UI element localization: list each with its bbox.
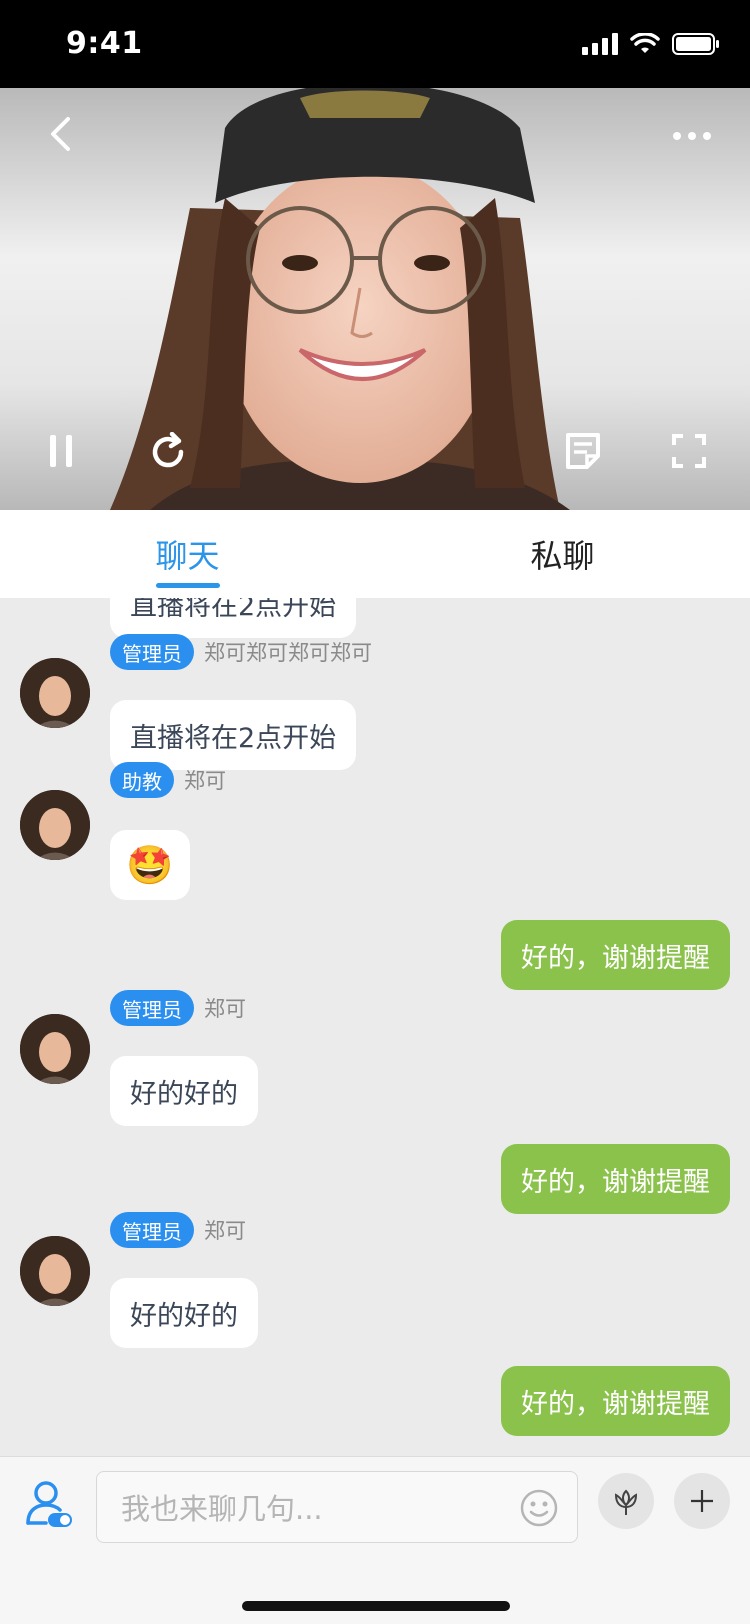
tab-group-chat[interactable]: 聊天 xyxy=(0,510,375,598)
message-meta: 管理员 郑可 xyxy=(110,990,246,1026)
sender-name: 郑可郑可郑可郑可 xyxy=(204,641,372,665)
star-struck-emoji: 🤩 xyxy=(126,842,174,887)
more-button[interactable] xyxy=(666,110,718,162)
notes-button[interactable] xyxy=(560,428,606,474)
message-bubble: 好的好的 xyxy=(110,1056,258,1126)
fullscreen-button[interactable] xyxy=(666,428,712,474)
role-badge: 助教 xyxy=(110,762,174,798)
user-toggle-button[interactable] xyxy=(24,1479,76,1531)
battery-icon xyxy=(672,33,719,55)
role-badge: 管理员 xyxy=(110,1212,194,1248)
message-meta: 管理员 郑可 xyxy=(110,1212,246,1248)
my-message-bubble: 好的，谢谢提醒 xyxy=(501,1144,730,1214)
role-badge: 管理员 xyxy=(110,990,194,1026)
message-bubble: 直播将在2点开始 xyxy=(110,598,357,638)
emoji-bubble: 🤩 xyxy=(110,830,190,900)
back-icon xyxy=(51,117,70,151)
chat-input-bar: 我也来聊几句... xyxy=(0,1456,750,1624)
my-message-bubble: 好的，谢谢提醒 xyxy=(501,1366,730,1436)
notes-icon xyxy=(566,433,600,469)
sender-name: 郑可 xyxy=(204,997,246,1021)
chat-input[interactable]: 我也来聊几句... xyxy=(96,1471,578,1543)
pause-icon xyxy=(50,435,72,467)
chat-tabs: 聊天 私聊 xyxy=(0,510,750,598)
more-icon xyxy=(673,132,711,140)
chat-input-placeholder: 我也来聊几句... xyxy=(121,1492,323,1526)
sender-name: 郑可 xyxy=(184,769,226,793)
my-message-bubble: 好的，谢谢提醒 xyxy=(501,920,730,990)
video-player[interactable] xyxy=(0,88,750,510)
flower-icon xyxy=(614,1489,638,1515)
status-icons xyxy=(582,32,720,56)
emoji-icon[interactable] xyxy=(519,1488,559,1528)
wifi-icon xyxy=(630,33,660,53)
sender-name: 郑可 xyxy=(204,1219,246,1243)
avatar[interactable] xyxy=(20,658,90,728)
send-flower-button[interactable] xyxy=(598,1473,654,1529)
back-button[interactable] xyxy=(34,108,86,160)
refresh-button[interactable] xyxy=(144,428,192,476)
streamer-video-frame xyxy=(110,88,570,510)
signal-icon xyxy=(582,33,618,55)
message-bubble: 直播将在2点开始 xyxy=(110,700,357,770)
avatar[interactable] xyxy=(20,1014,90,1084)
user-toggle-icon xyxy=(26,1481,72,1527)
tab-private-chat[interactable]: 私聊 xyxy=(375,510,750,598)
avatar[interactable] xyxy=(20,1236,90,1306)
avatar[interactable] xyxy=(20,790,90,860)
message-bubble: 好的好的 xyxy=(110,1278,258,1348)
add-button[interactable] xyxy=(674,1473,730,1529)
pause-button[interactable] xyxy=(38,428,84,474)
fullscreen-icon xyxy=(672,434,706,468)
message-meta: 管理员 郑可郑可郑可郑可 xyxy=(110,634,372,670)
status-bar: 9:41 xyxy=(0,0,750,88)
message-meta: 助教 郑可 xyxy=(110,762,226,798)
plus-icon xyxy=(691,1490,713,1512)
status-time: 9:41 xyxy=(66,26,143,61)
home-indicator xyxy=(242,1601,510,1611)
role-badge: 管理员 xyxy=(110,634,194,670)
refresh-icon xyxy=(152,432,184,468)
chat-message-list[interactable]: 直播将在2点开始 管理员 郑可郑可郑可郑可 直播将在2点开始 助教 郑可 🤩 好… xyxy=(0,598,750,1456)
